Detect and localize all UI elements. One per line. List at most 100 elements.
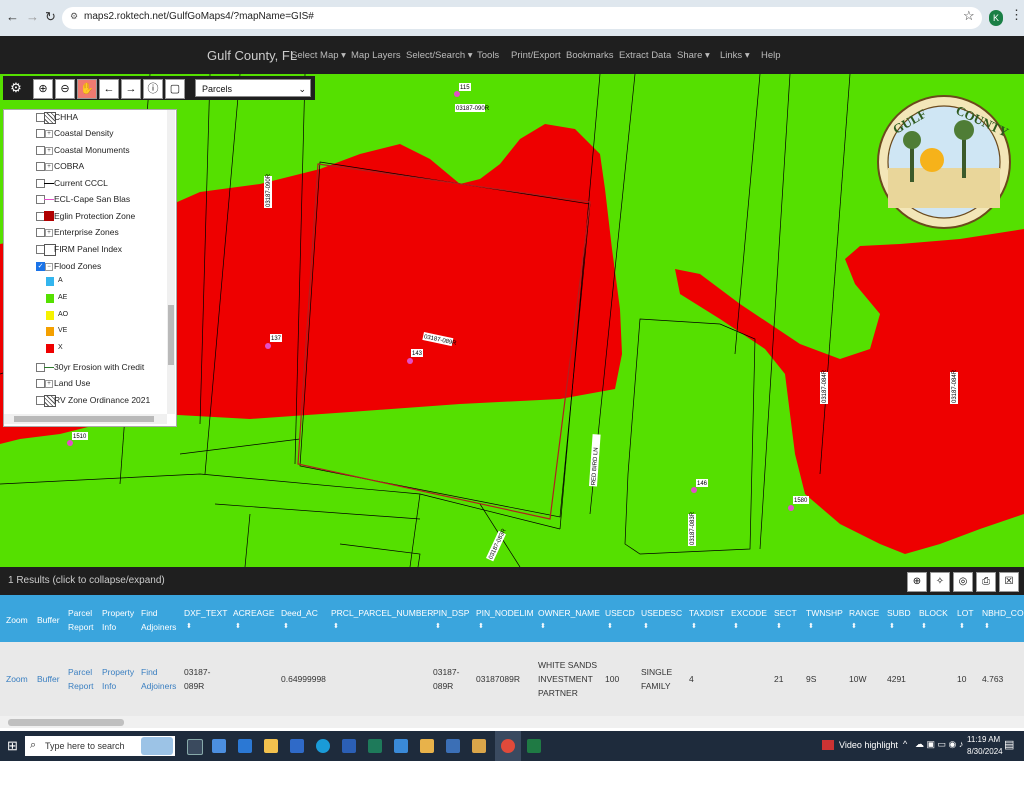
tray-chevron-icon[interactable]: ^: [903, 739, 907, 749]
sort-icon[interactable]: ⬍: [959, 622, 965, 630]
nav-print-export[interactable]: Print/Export: [511, 50, 561, 61]
layer-checkbox[interactable]: [36, 146, 45, 155]
select-box-icon[interactable]: ▢: [165, 79, 185, 99]
column-header[interactable]: TAXDIST: [689, 606, 727, 620]
layers-panel[interactable]: CHHA + Coastal Density + Coastal Monuments + C…: [3, 109, 177, 427]
sort-icon[interactable]: ⬍: [333, 622, 339, 630]
sort-icon[interactable]: ⬍: [283, 622, 289, 630]
word-icon[interactable]: [342, 739, 356, 753]
sort-icon[interactable]: ⬍: [540, 622, 546, 630]
profile-avatar[interactable]: K: [989, 10, 1003, 26]
sort-icon[interactable]: ⬍: [776, 622, 782, 630]
layer-label[interactable]: Coastal Density: [54, 128, 114, 138]
collapse-icon[interactable]: −: [45, 263, 53, 271]
notifications-icon[interactable]: ▤: [1004, 738, 1014, 751]
sort-icon[interactable]: ⬍: [733, 622, 739, 630]
nav-select-map[interactable]: Select Map ▾: [291, 50, 346, 61]
previous-extent-icon[interactable]: ←: [99, 79, 119, 99]
row-buffer-link[interactable]: Buffer: [37, 672, 60, 686]
layer-label[interactable]: Flood Zones: [54, 261, 101, 271]
column-header[interactable]: Parcel Report: [68, 606, 98, 634]
layer-label[interactable]: COBRA: [54, 161, 84, 171]
row-parcel-report-link[interactable]: Parcel Report: [68, 665, 98, 693]
sort-icon[interactable]: ⬍: [478, 622, 484, 630]
results-scroll-thumb[interactable]: [8, 719, 124, 726]
results-horizontal-scrollbar[interactable]: [0, 716, 1024, 728]
layer-label[interactable]: Eglin Protection Zone: [54, 211, 135, 221]
file-explorer-icon[interactable]: [420, 739, 434, 753]
nav-help[interactable]: Help: [761, 50, 781, 61]
address-bar[interactable]: ⚙ maps2.roktech.net/GulfGoMaps4/?mapName…: [62, 7, 982, 29]
row-property-info-link[interactable]: Property Info: [102, 665, 136, 693]
layer-checkbox[interactable]: ✓: [36, 262, 45, 271]
settings-gear-icon[interactable]: ⚙: [7, 79, 25, 97]
menu-icon[interactable]: ⋮: [1010, 7, 1023, 23]
sort-icon[interactable]: ⬍: [607, 622, 613, 630]
results-zoom-icon[interactable]: ⊕: [907, 572, 927, 592]
column-header[interactable]: USEDESC: [641, 606, 683, 620]
column-header[interactable]: BLOCK: [919, 606, 951, 620]
column-header[interactable]: SUBD: [887, 606, 913, 620]
column-header[interactable]: EXCODE: [731, 606, 769, 620]
results-export-icon[interactable]: ⎙: [976, 572, 996, 592]
site-info-icon[interactable]: ⚙: [70, 11, 78, 22]
bookmark-star-icon[interactable]: ☆: [963, 8, 975, 24]
layer-label[interactable]: 30yr Erosion with Credit: [54, 362, 144, 372]
column-header[interactable]: OWNER_NAME: [538, 606, 600, 620]
publisher-icon[interactable]: [368, 739, 382, 753]
column-header[interactable]: PIN_NODELIM: [476, 606, 534, 620]
results-clear-icon[interactable]: ☒: [999, 572, 1019, 592]
calendar-icon[interactable]: [394, 739, 408, 753]
chrome-icon[interactable]: [501, 739, 515, 753]
row-find-adjoiners-link[interactable]: Find Adjoiners: [141, 665, 177, 693]
layer-checkbox[interactable]: [36, 162, 45, 171]
excel-icon[interactable]: [527, 739, 541, 753]
column-header[interactable]: LOT: [957, 606, 977, 620]
calculator-icon[interactable]: [446, 739, 460, 753]
column-header[interactable]: DXF_TEXT: [184, 606, 228, 620]
task-view-icon[interactable]: [187, 739, 203, 755]
layers-scroll-thumb[interactable]: [168, 305, 174, 365]
clock-time[interactable]: 11:19 AM: [967, 735, 1000, 744]
sort-icon[interactable]: ⬍: [186, 622, 192, 630]
expand-icon[interactable]: +: [45, 229, 53, 237]
sort-icon[interactable]: ⬍: [808, 622, 814, 630]
column-header[interactable]: RANGE: [849, 606, 883, 620]
layer-label[interactable]: Enterprise Zones: [54, 227, 119, 237]
pan-hand-icon[interactable]: ✋: [77, 79, 97, 99]
expand-icon[interactable]: +: [45, 130, 53, 138]
next-extent-icon[interactable]: →: [121, 79, 141, 99]
layer-label[interactable]: FIRM Panel Index: [54, 244, 122, 254]
clock-date[interactable]: 8/30/2024: [967, 747, 1003, 756]
tool-icon[interactable]: [472, 739, 486, 753]
column-header[interactable]: NBHD_COD: [982, 606, 1024, 620]
edge-icon[interactable]: [316, 739, 330, 753]
layer-checkbox[interactable]: [36, 228, 45, 237]
results-summary[interactable]: 1 Results (click to collapse/expand): [8, 575, 165, 586]
back-icon[interactable]: ←: [6, 9, 19, 24]
column-header[interactable]: TWNSHP: [806, 606, 844, 620]
column-header[interactable]: USECD: [605, 606, 635, 620]
chrome-active-tab[interactable]: [495, 731, 521, 761]
identify-info-icon[interactable]: ⓘ: [143, 79, 163, 99]
column-header[interactable]: Deed_AC: [281, 606, 325, 620]
layer-label[interactable]: Coastal Monuments: [54, 145, 130, 155]
column-header[interactable]: ACREAGE: [233, 606, 277, 620]
layer-label[interactable]: ECL-Cape San Blas: [54, 194, 130, 204]
layer-checkbox[interactable]: [36, 129, 45, 138]
row-zoom-link[interactable]: Zoom: [6, 672, 28, 686]
layer-select-dropdown[interactable]: Parcels ⌄: [195, 79, 311, 97]
video-highlight-label[interactable]: Video highlight: [839, 740, 898, 750]
results-bar[interactable]: 1 Results (click to collapse/expand) ⊕ ✧…: [0, 567, 1024, 595]
app-icon[interactable]: [290, 739, 304, 753]
expand-icon[interactable]: +: [45, 147, 53, 155]
nav-bookmarks[interactable]: Bookmarks: [566, 50, 614, 61]
column-header[interactable]: Buffer: [37, 613, 63, 627]
results-target-icon[interactable]: ◎: [953, 572, 973, 592]
sort-icon[interactable]: ⬍: [643, 622, 649, 630]
reload-icon[interactable]: ↻: [45, 9, 56, 25]
column-header[interactable]: Zoom: [6, 613, 32, 627]
layer-label[interactable]: CHHA: [54, 112, 78, 122]
column-header[interactable]: Find Adjoiners: [141, 606, 177, 634]
results-wand-icon[interactable]: ✧: [930, 572, 950, 592]
